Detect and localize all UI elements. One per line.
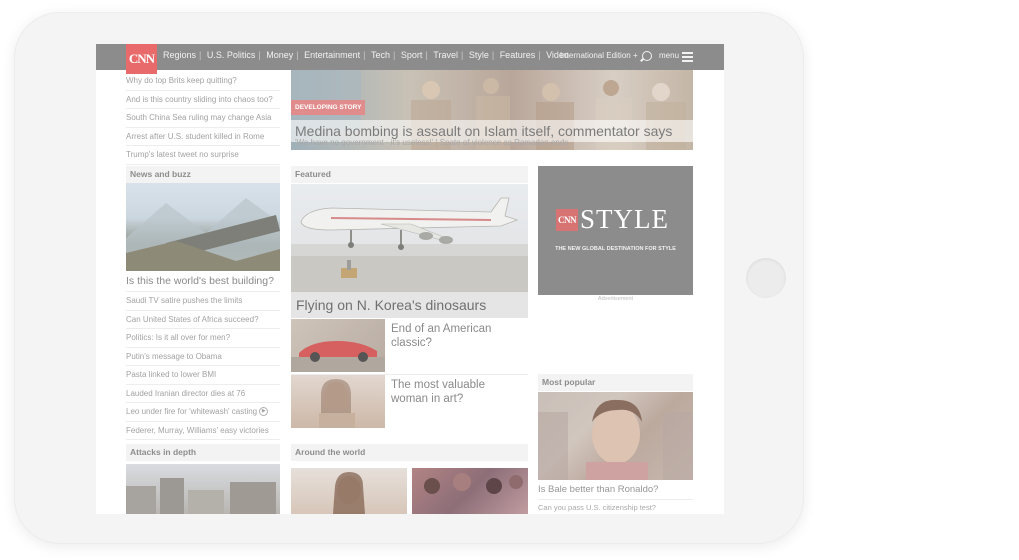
nav-item-entertainment[interactable]: Entertainment bbox=[304, 50, 360, 60]
news-and-buzz-section: News and buzz Is this the world's best b… bbox=[126, 166, 280, 440]
popular-story-title[interactable]: Is Bale better than Ronaldo? bbox=[538, 484, 658, 495]
woman-story-image[interactable] bbox=[291, 375, 385, 428]
attacks-image[interactable] bbox=[126, 464, 280, 514]
featured-section: Featured bbox=[291, 166, 528, 183]
section-header: Attacks in depth bbox=[126, 444, 280, 461]
nav-item-us-politics[interactable]: U.S. Politics bbox=[207, 50, 256, 60]
list-item[interactable]: Saudi TV satire pushes the limits bbox=[126, 292, 280, 311]
most-popular-section: Most popular bbox=[538, 374, 693, 391]
list-item[interactable]: Federer, Murray, Williams' easy victorie… bbox=[126, 422, 280, 440]
news-buzz-lead[interactable]: Is this the world's best building? bbox=[126, 271, 280, 292]
nav-item-features[interactable]: Features bbox=[500, 50, 536, 60]
featured-plane-image[interactable] bbox=[291, 184, 528, 292]
home-button[interactable] bbox=[746, 258, 786, 298]
screen: Regions | U.S. Politics | Money | Entertain… bbox=[96, 44, 724, 514]
cnn-logo[interactable]: CNN bbox=[126, 44, 157, 74]
attacks-in-depth-section: Attacks in depth bbox=[126, 444, 280, 461]
ad-style-wordmark: STYLE bbox=[580, 204, 669, 234]
hamburger-menu-icon[interactable] bbox=[682, 52, 693, 62]
popular-story-link[interactable]: Can you pass U.S. citizenship test? bbox=[538, 503, 656, 512]
top-navigation-bar: Regions | U.S. Politics | Money | Entertain… bbox=[96, 44, 724, 70]
section-header: Around the world bbox=[291, 444, 528, 461]
car-story-image[interactable] bbox=[291, 319, 385, 372]
edition-selector[interactable]: International Edition + bbox=[560, 51, 638, 60]
story-title-valuable-woman[interactable]: The most valuable woman in art? bbox=[391, 378, 521, 406]
list-item[interactable]: Pasta linked to lower BMI bbox=[126, 366, 280, 385]
list-item[interactable]: South China Sea ruling may change Asia bbox=[126, 109, 280, 128]
play-icon: ▶ bbox=[259, 407, 269, 417]
developing-story-subtitle[interactable]: 'We have no government - it's useless!' … bbox=[295, 138, 568, 147]
list-item[interactable]: Why do top Brits keep quitting? bbox=[126, 72, 280, 91]
list-item[interactable]: Leo under fire for 'whitewash' casting ▶ bbox=[126, 403, 280, 422]
section-header: Featured bbox=[291, 166, 528, 183]
section-header: News and buzz bbox=[126, 166, 280, 183]
list-item-label: Leo under fire for 'whitewash' casting bbox=[126, 407, 258, 416]
list-item[interactable]: Trump's latest tweet no surprise bbox=[126, 146, 280, 165]
nav-item-style[interactable]: Style bbox=[469, 50, 489, 60]
menu-label[interactable]: menu bbox=[659, 51, 679, 60]
list-item[interactable]: Can United States of Africa succeed? bbox=[126, 311, 280, 329]
featured-title[interactable]: Flying on N. Korea's dinosaurs bbox=[291, 292, 528, 318]
list-item[interactable]: Putin's message to Obama bbox=[126, 348, 280, 366]
ad-tagline: THE NEW GLOBAL DESTINATION FOR STYLE bbox=[555, 246, 676, 252]
nav-item-tech[interactable]: Tech bbox=[371, 50, 390, 60]
list-item[interactable]: And is this country sliding into chaos t… bbox=[126, 91, 280, 109]
top-links-list: Why do top Brits keep quitting? And is t… bbox=[126, 72, 280, 165]
advertisement-label: Advertisement bbox=[597, 296, 634, 302]
nav-item-money[interactable]: Money bbox=[266, 50, 293, 60]
cnn-style-advertisement[interactable]: CNN STYLE THE NEW GLOBAL DESTINATION FOR… bbox=[538, 166, 693, 295]
nav-item-regions[interactable]: Regions bbox=[163, 50, 196, 60]
around-the-world-section: Around the world bbox=[291, 444, 528, 461]
bale-story-image[interactable] bbox=[538, 392, 693, 480]
around-world-image-crowd[interactable] bbox=[412, 468, 528, 514]
list-item[interactable]: Arrest after U.S. student killed in Rome bbox=[126, 128, 280, 146]
main-nav: Regions | U.S. Politics | Money | Entertain… bbox=[163, 50, 569, 60]
around-world-image-woman[interactable] bbox=[291, 468, 407, 514]
news-buzz-image[interactable] bbox=[126, 183, 280, 271]
section-header: Most popular bbox=[538, 374, 693, 391]
list-item[interactable]: Lauded Iranian director dies at 76 bbox=[126, 385, 280, 403]
nav-item-travel[interactable]: Travel bbox=[433, 50, 458, 60]
ad-cnn-logo: CNN bbox=[556, 209, 578, 231]
search-icon[interactable] bbox=[642, 51, 652, 61]
list-item[interactable]: Politics: Is it all over for men? bbox=[126, 329, 280, 348]
divider bbox=[538, 499, 693, 500]
story-title-american-classic[interactable]: End of an American classic? bbox=[391, 322, 521, 350]
developing-story-badge: DEVELOPING STORY bbox=[291, 100, 366, 115]
nav-item-sport[interactable]: Sport bbox=[401, 50, 423, 60]
